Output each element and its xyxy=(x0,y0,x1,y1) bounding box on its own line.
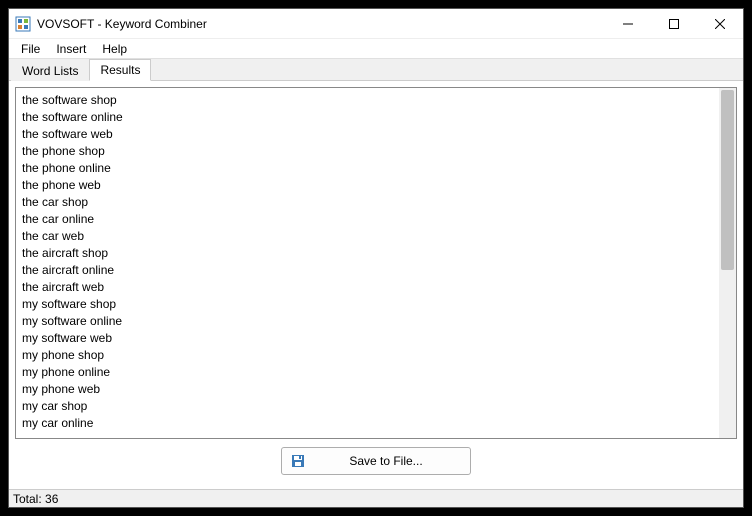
list-item[interactable]: the software shop xyxy=(22,92,713,109)
list-item[interactable]: my car shop xyxy=(22,398,713,415)
title-bar: VOVSOFT - Keyword Combiner xyxy=(9,9,743,39)
tab-bar: Word Lists Results xyxy=(9,59,743,81)
maximize-button[interactable] xyxy=(651,9,697,38)
list-item[interactable]: the software online xyxy=(22,109,713,126)
save-to-file-button[interactable]: Save to File... xyxy=(281,447,471,475)
tab-results[interactable]: Results xyxy=(89,59,151,81)
list-item[interactable]: the phone online xyxy=(22,160,713,177)
status-bar: Total: 36 xyxy=(9,489,743,507)
window-title: VOVSOFT - Keyword Combiner xyxy=(37,17,605,31)
content-area: the software shopthe software onlinethe … xyxy=(9,81,743,489)
list-item[interactable]: my software shop xyxy=(22,296,713,313)
list-item[interactable]: the phone web xyxy=(22,177,713,194)
list-item[interactable]: my car online xyxy=(22,415,713,432)
list-item[interactable]: my phone web xyxy=(22,381,713,398)
list-item[interactable]: the aircraft shop xyxy=(22,245,713,262)
scrollbar[interactable] xyxy=(719,88,736,438)
app-icon xyxy=(15,16,31,32)
close-button[interactable] xyxy=(697,9,743,38)
list-item[interactable]: the aircraft online xyxy=(22,262,713,279)
save-icon xyxy=(290,453,306,469)
window-controls xyxy=(605,9,743,38)
list-item[interactable]: my software web xyxy=(22,330,713,347)
minimize-button[interactable] xyxy=(605,9,651,38)
footer: Save to File... xyxy=(15,439,737,483)
list-item[interactable]: the car online xyxy=(22,211,713,228)
tab-word-lists[interactable]: Word Lists xyxy=(11,60,89,81)
menu-insert[interactable]: Insert xyxy=(48,40,94,58)
list-item[interactable]: my software online xyxy=(22,313,713,330)
list-item[interactable]: my phone shop xyxy=(22,347,713,364)
list-item[interactable]: the software web xyxy=(22,126,713,143)
menu-bar: File Insert Help xyxy=(9,39,743,59)
results-list[interactable]: the software shopthe software onlinethe … xyxy=(15,87,737,439)
status-total: Total: 36 xyxy=(13,492,58,506)
menu-file[interactable]: File xyxy=(13,40,48,58)
list-item[interactable]: the car web xyxy=(22,228,713,245)
list-item[interactable]: the car shop xyxy=(22,194,713,211)
menu-help[interactable]: Help xyxy=(94,40,135,58)
list-item[interactable]: the phone shop xyxy=(22,143,713,160)
list-item[interactable]: the aircraft web xyxy=(22,279,713,296)
save-button-label: Save to File... xyxy=(310,454,462,468)
scroll-thumb[interactable] xyxy=(721,90,734,270)
app-window: VOVSOFT - Keyword Combiner File Insert H… xyxy=(8,8,744,508)
list-item[interactable]: my phone online xyxy=(22,364,713,381)
